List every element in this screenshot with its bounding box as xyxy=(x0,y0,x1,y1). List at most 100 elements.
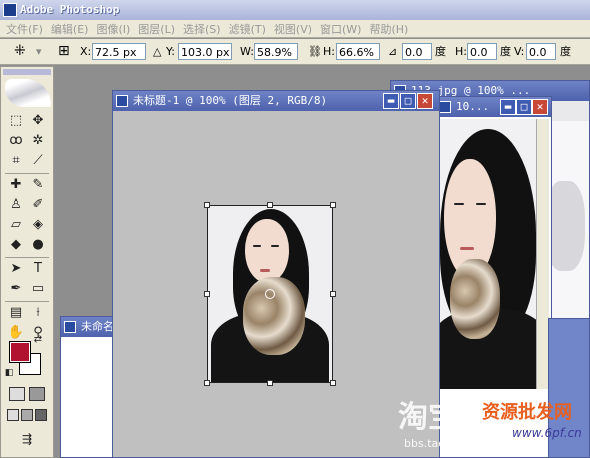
maximize-button[interactable]: □ xyxy=(400,93,416,109)
document-window-bottom-left: 未命名 xyxy=(60,316,120,458)
swap-colors-icon[interactable]: ⇄ xyxy=(31,333,45,347)
watermark-logo: 淘宝 xyxy=(398,400,458,435)
toolbox-separator xyxy=(5,301,49,302)
document-window-main: 未标题-1 @ 100% (图层 2, RGB/8) ▬ □ ✕ xyxy=(112,90,440,458)
relative-position-icon[interactable]: △ xyxy=(153,43,161,60)
transform-handle-top-left[interactable] xyxy=(204,202,210,208)
h-skew-unit: 度 xyxy=(500,45,511,58)
hand-tool-icon[interactable]: ✋ xyxy=(6,323,26,343)
menu-window[interactable]: 窗口(W) xyxy=(316,21,365,37)
document-title-bar[interactable]: 未标题-1 @ 100% (图层 2, RGB/8) ▬ □ ✕ xyxy=(113,91,439,111)
transform-tool-icon[interactable]: ⁜ xyxy=(14,43,26,60)
photoshop-logo-icon xyxy=(3,3,17,17)
eraser-tool-icon[interactable]: ▱ xyxy=(6,215,26,235)
document-icon xyxy=(64,321,76,333)
x-position-input[interactable]: 72.5 px xyxy=(92,43,146,60)
menu-filter[interactable]: 滤镜(T) xyxy=(225,21,270,37)
photo-fur-scarf xyxy=(450,259,500,339)
eyedropper-tool-icon[interactable]: ⟊ xyxy=(28,303,48,323)
screen-mode-standard-button[interactable] xyxy=(7,409,19,421)
tool-preset-arrow-icon[interactable]: ▾ xyxy=(36,43,42,60)
document-icon xyxy=(439,101,451,113)
photo-eye xyxy=(476,203,486,205)
marquee-tool-icon[interactable]: ⬚ xyxy=(6,111,26,131)
document-title: 未标题-1 @ 100% (图层 2, RGB/8) xyxy=(133,94,328,107)
y-position-input[interactable]: 103.0 px xyxy=(178,43,232,60)
transform-handle-bottom-left[interactable] xyxy=(204,380,210,386)
menu-view[interactable]: 视图(V) xyxy=(270,21,316,37)
menu-file[interactable]: 文件(F) xyxy=(2,21,47,37)
app-title: Adobe Photoshop xyxy=(20,3,120,16)
minimize-button[interactable]: ▬ xyxy=(500,99,516,115)
transform-center-point[interactable] xyxy=(265,289,275,299)
slice-tool-icon[interactable]: ⟋ xyxy=(28,151,48,171)
standard-mode-button[interactable] xyxy=(9,387,25,401)
h-skew-input[interactable]: 0.0 xyxy=(467,43,497,60)
width-scale-input[interactable]: 58.9% xyxy=(254,43,298,60)
type-tool-icon[interactable]: T xyxy=(28,259,48,279)
photo-lips xyxy=(460,247,474,250)
paint-bucket-tool-icon[interactable]: ◈ xyxy=(28,215,48,235)
canvas-area[interactable] xyxy=(115,113,437,457)
toolbox-header[interactable] xyxy=(3,69,51,75)
link-aspect-icon[interactable]: ⛓ xyxy=(308,43,322,60)
height-scale-input[interactable]: 66.6% xyxy=(336,43,380,60)
minimize-button[interactable]: ▬ xyxy=(383,93,399,109)
watermark-brand-url: www.6pf.cn xyxy=(512,426,582,440)
menu-help[interactable]: 帮助(H) xyxy=(365,21,412,37)
menu-image[interactable]: 图像(I) xyxy=(92,21,134,37)
screen-mode-menu-button[interactable] xyxy=(21,409,33,421)
angle-unit: 度 xyxy=(435,45,446,58)
dodge-tool-icon[interactable]: ● xyxy=(28,235,48,255)
imageready-jump-icon[interactable]: ⇶ xyxy=(9,429,45,449)
v-skew-input[interactable]: 0.0 xyxy=(526,43,556,60)
shape-tool-icon[interactable]: ▭ xyxy=(28,279,48,299)
transform-handle-top-right[interactable] xyxy=(330,202,336,208)
toolbox-separator xyxy=(5,257,49,258)
foreground-color-swatch[interactable] xyxy=(9,341,31,363)
watermark-site: bbs.taobao.com xyxy=(404,437,493,450)
document-title-bar[interactable]: 10... ▬ □ ✕ xyxy=(436,97,551,117)
magic-wand-tool-icon[interactable]: ✲ xyxy=(28,131,48,151)
clone-stamp-tool-icon[interactable]: ♙ xyxy=(6,195,26,215)
path-selection-tool-icon[interactable]: ➤ xyxy=(6,259,26,279)
menu-edit[interactable]: 编辑(E) xyxy=(47,21,93,37)
close-button[interactable]: ✕ xyxy=(532,99,548,115)
move-tool-icon[interactable]: ✥ xyxy=(28,111,48,131)
watermark-brand: 资源批发网 xyxy=(482,402,572,423)
close-button[interactable]: ✕ xyxy=(417,93,433,109)
menu-layer[interactable]: 图层(L) xyxy=(134,21,179,37)
notes-tool-icon[interactable]: ▤ xyxy=(6,303,26,323)
middle-document-photo xyxy=(440,119,536,389)
default-colors-icon[interactable]: ◧ xyxy=(3,367,15,379)
feather-logo-icon[interactable] xyxy=(5,79,51,107)
lasso-tool-icon[interactable]: ꝏ xyxy=(6,131,26,151)
transform-handle-left[interactable] xyxy=(204,291,210,297)
rotate-angle-input[interactable]: 0.0 xyxy=(402,43,432,60)
y-label: Y: xyxy=(166,45,175,58)
width-label: W: xyxy=(240,45,254,58)
v-skew-unit: 度 xyxy=(560,45,571,58)
document-title: 未命名 xyxy=(81,320,114,333)
blur-tool-icon[interactable]: ◆ xyxy=(6,235,26,255)
height-label: H: xyxy=(323,45,335,58)
quick-mask-button[interactable] xyxy=(29,387,45,401)
healing-brush-tool-icon[interactable]: ✚ xyxy=(6,175,26,195)
document-title-bar[interactable]: 未命名 xyxy=(61,317,119,337)
screen-mode-full-button[interactable] xyxy=(35,409,47,421)
history-brush-tool-icon[interactable]: ✐ xyxy=(28,195,48,215)
crop-tool-icon[interactable]: ⌗ xyxy=(6,151,26,171)
reference-point-icon[interactable]: ⊞ xyxy=(58,43,70,60)
options-bar: ⁜ ▾ ⊞ X: 72.5 px △ Y: 103.0 px W: 58.9% … xyxy=(0,39,590,65)
toolbox: ⬚ ✥ ꝏ ✲ ⌗ ⟋ ✚ ✎ ♙ ✐ ▱ ◈ ◆ ● ➤ T ✒ ▭ ▤ ⟊ … xyxy=(0,66,54,458)
menu-select[interactable]: 选择(S) xyxy=(179,21,225,37)
document-title: 10... xyxy=(456,100,490,113)
transform-handle-top[interactable] xyxy=(267,202,273,208)
transform-handle-bottom-right[interactable] xyxy=(330,380,336,386)
maximize-button[interactable]: □ xyxy=(516,99,532,115)
pen-tool-icon[interactable]: ✒ xyxy=(6,279,26,299)
document-icon xyxy=(116,95,128,107)
brush-tool-icon[interactable]: ✎ xyxy=(28,175,48,195)
transform-handle-right[interactable] xyxy=(330,291,336,297)
transform-handle-bottom[interactable] xyxy=(267,380,273,386)
